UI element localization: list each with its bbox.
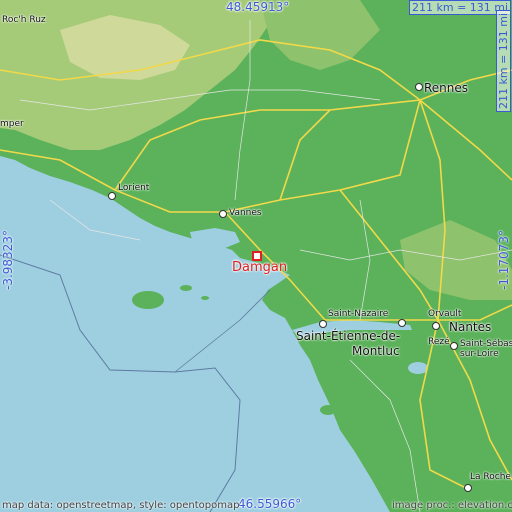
city-label-saint-etienne-2: Montluc [352, 344, 400, 358]
city-label-rochruz: Roc'h Ruz [2, 15, 46, 25]
island-hoedic [201, 296, 209, 300]
city-label-vannes: Vannes [229, 208, 262, 218]
city-marker-la-roche [464, 484, 472, 492]
city-label-lorient: Lorient [118, 183, 150, 193]
city-marker-vannes [219, 210, 227, 218]
north-coordinate: 48.45913° [226, 0, 290, 14]
city-marker-lorient [108, 192, 116, 200]
credit-right: image proc.: elevation.city [392, 500, 512, 511]
city-label-saint-nazaire: Saint-Nazaire [328, 309, 389, 319]
scale-vertical: 211 km = 131 mi [496, 9, 511, 112]
highlight-city-label: Damgan [232, 260, 288, 275]
city-marker-saint-sebastien [450, 342, 458, 350]
city-label-rennes: Rennes [424, 81, 469, 95]
island-belle-ile [132, 291, 164, 309]
city-label-saint-sebastien-2: sur-Loire [460, 349, 499, 359]
city-label-reze: Rezé [428, 337, 450, 347]
south-coordinate: 46.55966° [238, 497, 302, 511]
city-label-nantes: Nantes [449, 320, 492, 334]
east-coordinate: -1.17073° [497, 230, 511, 290]
city-label-orvault: Orvault [428, 309, 462, 319]
credit-left: map data: openstreetmap, style: opentopo… [2, 500, 240, 511]
lake-grandlieu [408, 362, 428, 374]
island-noirmoutier [320, 405, 336, 415]
city-label-la-roche: La Roche [470, 472, 511, 482]
city-marker-saint-nazaire [319, 320, 327, 328]
city-label-quimper: mper [0, 119, 24, 129]
map-view[interactable]: Roc'h Ruz mper Rennes Lorient Vannes Dam… [0, 0, 512, 512]
city-marker-nantes [432, 322, 440, 330]
city-marker-saint-etienne [398, 319, 406, 327]
west-coordinate: -3.98323° [1, 230, 15, 290]
city-marker-rennes [415, 83, 423, 91]
city-label-saint-etienne-1: Saint-Étienne-de- [296, 329, 401, 343]
island-houat [180, 285, 192, 291]
